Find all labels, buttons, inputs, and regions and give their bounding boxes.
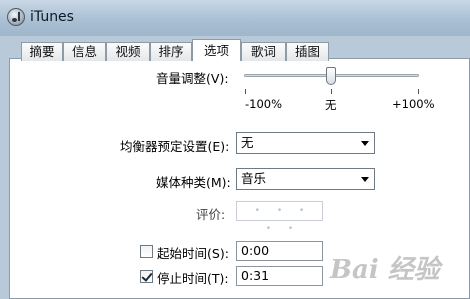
equalizer-select[interactable]: 无 — [236, 132, 375, 154]
volume-tick-mid — [331, 89, 332, 94]
equalizer-selected: 无 — [241, 135, 254, 150]
media-kind-select[interactable]: 音乐 — [236, 168, 375, 190]
itunes-logo-icon — [7, 8, 25, 26]
equalizer-label: 均衡器预定设置(E): — [120, 139, 230, 154]
stop-time-checkbox[interactable] — [140, 270, 153, 283]
volume-tick-min — [245, 89, 246, 94]
start-time-checkbox[interactable] — [140, 245, 153, 258]
chevron-down-icon — [361, 177, 369, 182]
volume-min-label: -100% — [245, 97, 283, 111]
rating-stars[interactable]: • • • • • — [236, 201, 323, 234]
stop-time-input[interactable]: 0:31 — [236, 266, 323, 286]
baidu-watermark: Bai 经验 — [330, 255, 440, 285]
stop-time-label: 停止时间(T): — [157, 271, 229, 286]
rating-label: 评价: — [196, 207, 226, 222]
tab-summary[interactable]: 摘要 — [21, 42, 63, 61]
volume-label: 音量调整(V): — [156, 71, 229, 86]
media-kind-label: 媒体种类(M): — [156, 175, 231, 190]
start-time-label: 起始时间(S): — [157, 246, 229, 261]
tab-artwork[interactable]: 插图 — [286, 42, 329, 61]
volume-max-label: +100% — [392, 97, 435, 111]
chevron-down-icon — [361, 141, 369, 146]
tab-options[interactable]: 选项 — [192, 39, 241, 61]
tab-info[interactable]: 信息 — [63, 42, 106, 61]
tab-sorting[interactable]: 排序 — [150, 42, 192, 61]
volume-slider-thumb[interactable] — [326, 67, 336, 85]
media-kind-selected: 音乐 — [241, 171, 267, 186]
tab-lyrics[interactable]: 歌词 — [241, 42, 286, 61]
tab-video[interactable]: 视频 — [106, 42, 150, 61]
window-title: iTunes — [30, 9, 74, 25]
start-time-input[interactable]: 0:00 — [236, 241, 323, 261]
volume-mid-label: 无 — [325, 98, 337, 112]
volume-tick-max — [418, 89, 419, 94]
